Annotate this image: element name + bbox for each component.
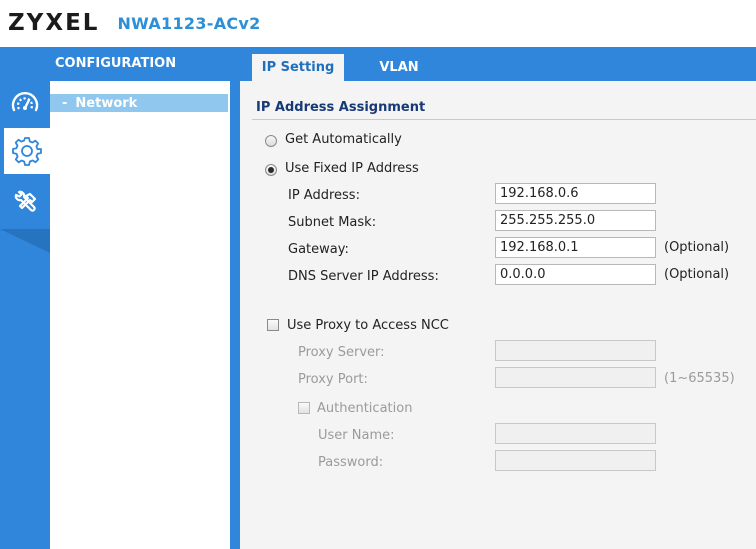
password-label: Password:	[318, 455, 384, 470]
subnet-mask-label: Subnet Mask:	[288, 215, 377, 230]
header-brand: ZYXEL NWA1123-ACv2	[8, 8, 261, 38]
dns-server-input[interactable]	[495, 264, 656, 285]
sidebar-item-label: Network	[75, 95, 138, 111]
panel-separator	[230, 81, 240, 549]
use-fixed-ip-radio[interactable]	[265, 164, 277, 176]
subnet-mask-input[interactable]	[495, 210, 656, 231]
ip-address-label: IP Address:	[288, 188, 360, 203]
sidebar-fold-decoration	[0, 229, 50, 253]
configuration-label: CONFIGURATION	[55, 56, 177, 71]
get-automatically-radio[interactable]	[265, 135, 277, 147]
proxy-server-input[interactable]	[495, 340, 656, 361]
dashboard-icon	[11, 92, 39, 112]
menu-bullet: -	[62, 95, 68, 111]
authentication-checkbox[interactable]	[298, 402, 310, 414]
dashboard-button[interactable]	[0, 81, 50, 127]
use-proxy-checkbox[interactable]	[267, 319, 279, 331]
menu-panel: - Network	[50, 81, 230, 549]
ip-setting-panel: IP Address Assignment Get Automatically …	[240, 81, 756, 549]
user-name-label: User Name:	[318, 428, 395, 443]
tab-ip-setting[interactable]: IP Setting	[252, 54, 344, 81]
get-automatically-label: Get Automatically	[285, 132, 402, 147]
maintenance-button[interactable]	[0, 181, 50, 227]
password-input[interactable]	[495, 450, 656, 471]
ip-address-input[interactable]	[495, 183, 656, 204]
proxy-port-input[interactable]	[495, 367, 656, 388]
configuration-button[interactable]	[4, 128, 50, 174]
gear-icon	[12, 137, 42, 166]
maintenance-tools-icon	[14, 190, 37, 212]
dns-server-label: DNS Server IP Address:	[288, 269, 439, 284]
tab-vlan[interactable]: VLAN	[358, 54, 440, 81]
icon-sidebar	[0, 81, 50, 549]
proxy-port-range-hint: (1~65535)	[664, 371, 735, 386]
gateway-label: Gateway:	[288, 242, 349, 257]
zyxel-logo: ZYXEL	[8, 10, 100, 36]
gateway-optional-hint: (Optional)	[664, 240, 730, 255]
section-title: IP Address Assignment	[256, 100, 426, 115]
use-fixed-ip-label: Use Fixed IP Address	[285, 161, 419, 176]
dns-optional-hint: (Optional)	[664, 267, 730, 282]
device-model: NWA1123-ACv2	[117, 13, 261, 33]
user-name-input[interactable]	[495, 423, 656, 444]
gateway-input[interactable]	[495, 237, 656, 258]
section-divider	[252, 119, 756, 120]
proxy-port-label: Proxy Port:	[298, 372, 368, 387]
proxy-server-label: Proxy Server:	[298, 345, 385, 360]
sidebar-item-network[interactable]: - Network	[50, 94, 228, 112]
use-proxy-label: Use Proxy to Access NCC	[287, 318, 449, 333]
authentication-label: Authentication	[317, 401, 413, 416]
